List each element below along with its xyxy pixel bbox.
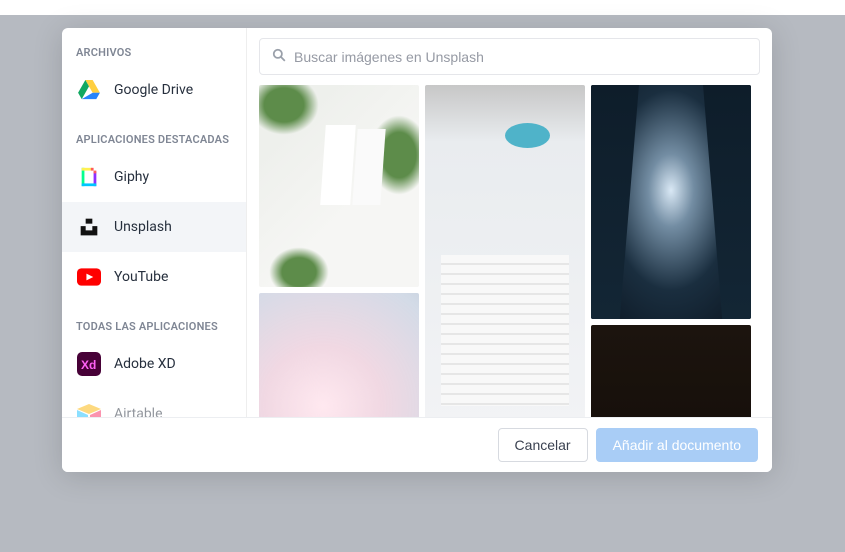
- giphy-icon: [76, 164, 102, 190]
- image-gallery: [247, 85, 772, 417]
- search-icon: [272, 47, 286, 66]
- add-to-document-button[interactable]: Añadir al documento: [596, 428, 758, 462]
- sidebar-item-unsplash[interactable]: Unsplash: [62, 202, 246, 252]
- unsplash-icon: [76, 214, 102, 240]
- adobe-xd-icon: Xd: [76, 351, 102, 377]
- gallery-thumb[interactable]: [425, 85, 585, 417]
- sidebar-item-label: YouTube: [114, 269, 168, 285]
- asset-picker-modal: ARCHIVOS Google Drive APLICACIONES DESTA…: [62, 28, 772, 472]
- gallery-thumb[interactable]: [591, 85, 751, 319]
- gallery-thumb[interactable]: [591, 325, 751, 417]
- modal-footer: Cancelar Añadir al documento: [62, 417, 772, 472]
- sidebar-item-adobe-xd[interactable]: Xd Adobe XD: [62, 339, 246, 389]
- gallery-thumb[interactable]: [259, 85, 419, 287]
- section-archivos: ARCHIVOS: [62, 28, 246, 65]
- cancel-button[interactable]: Cancelar: [498, 428, 588, 462]
- youtube-icon: [76, 264, 102, 290]
- sidebar-item-label: Adobe XD: [114, 356, 176, 372]
- svg-text:Xd: Xd: [81, 358, 96, 372]
- sidebar-item-google-drive[interactable]: Google Drive: [62, 65, 246, 115]
- sidebar-item-label: Unsplash: [114, 219, 172, 235]
- gallery-thumb[interactable]: [259, 293, 419, 417]
- sidebar-item-youtube[interactable]: YouTube: [62, 252, 246, 302]
- section-todas: TODAS LAS APLICACIONES: [62, 302, 246, 339]
- content-panel: [247, 28, 772, 417]
- sidebar: ARCHIVOS Google Drive APLICACIONES DESTA…: [62, 28, 247, 417]
- sidebar-item-airtable[interactable]: Airtable: [62, 389, 246, 417]
- sidebar-item-label: Airtable: [114, 406, 163, 417]
- google-drive-icon: [76, 77, 102, 103]
- sidebar-item-label: Giphy: [114, 169, 149, 185]
- search-input[interactable]: [294, 49, 747, 65]
- sidebar-item-giphy[interactable]: Giphy: [62, 152, 246, 202]
- airtable-icon: [76, 401, 102, 417]
- sidebar-item-label: Google Drive: [114, 82, 193, 98]
- section-destacadas: APLICACIONES DESTACADAS: [62, 115, 246, 152]
- search-box[interactable]: [259, 38, 760, 75]
